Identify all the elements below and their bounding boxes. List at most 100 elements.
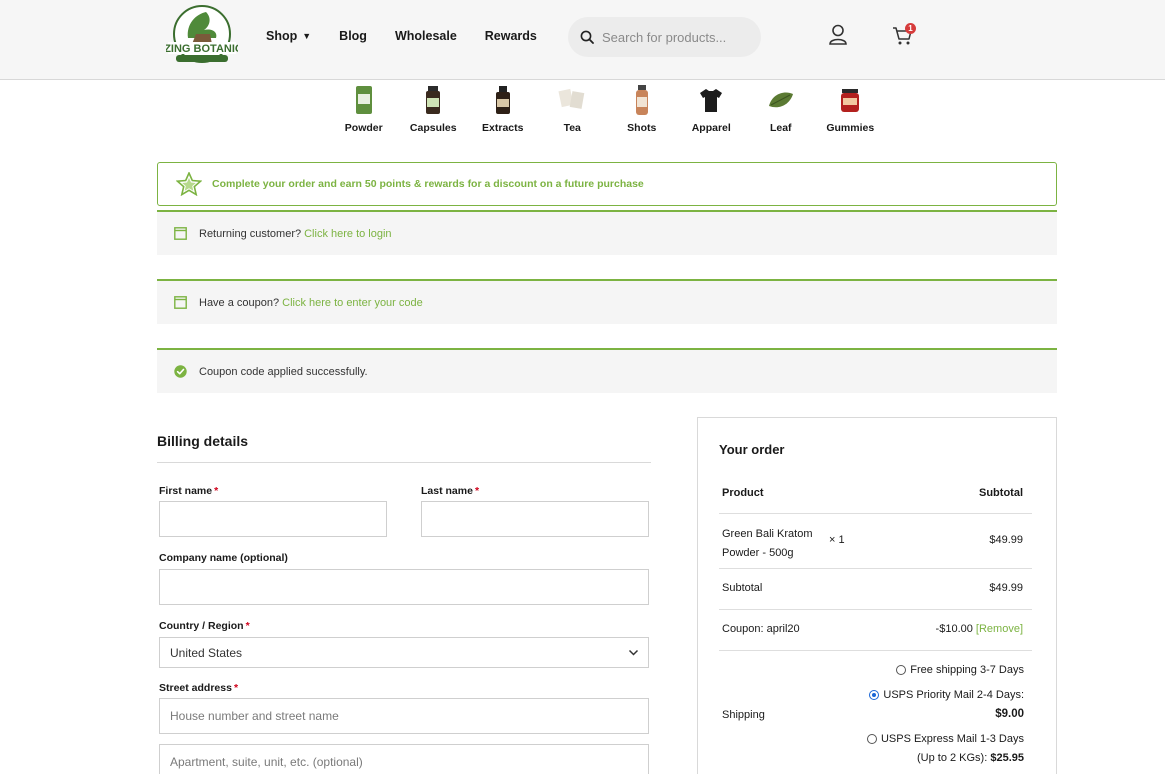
last-name-label: Last name * — [421, 485, 479, 497]
order-title: Your order — [719, 442, 785, 457]
category-tea[interactable]: Tea — [538, 84, 608, 134]
enter-coupon-link[interactable]: Click here to enter your code — [282, 297, 423, 309]
chevron-down-icon — [628, 649, 639, 656]
apartment-field[interactable] — [159, 744, 649, 774]
label-text: First name — [159, 485, 213, 497]
category-extracts[interactable]: Extracts — [468, 84, 538, 134]
divider — [719, 609, 1032, 610]
leaf-icon — [768, 92, 793, 108]
nav-blog[interactable]: Blog — [339, 29, 367, 43]
main-nav: Shop ▼ Blog Wholesale Rewards — [266, 29, 565, 43]
tshirt-icon — [700, 89, 723, 112]
category-label: Shots — [627, 122, 657, 134]
first-name-label: First name * — [159, 485, 218, 497]
shipping-option-label: Free shipping 3-7 Days — [910, 664, 1024, 676]
category-gummies[interactable]: Gummies — [816, 84, 886, 134]
powder-bag-icon — [355, 86, 372, 114]
coupon-success-text: Coupon code applied successfully. — [199, 365, 368, 378]
shipping-option-label: USPS Express Mail 1-3 Days — [880, 733, 1024, 745]
product-column-header: Product — [722, 487, 764, 499]
category-capsules[interactable]: Capsules — [399, 84, 469, 134]
category-apparel[interactable]: Apparel — [677, 84, 747, 134]
category-shots[interactable]: Shots — [607, 84, 677, 134]
shipping-note: (Up to 2 KGs): — [916, 752, 988, 764]
coupon-text: Have a coupon? — [199, 296, 280, 309]
rewards-notice: Complete your order and earn 50 points &… — [157, 162, 1057, 206]
label-text: Country / Region — [159, 620, 244, 632]
search-bar — [568, 17, 761, 57]
svg-text:AMAZING BOTANICALS: AMAZING BOTANICALS — [166, 43, 238, 55]
search-input[interactable] — [602, 29, 752, 45]
nav-wholesale-label: Wholesale — [394, 29, 457, 43]
shipping-option-express[interactable]: USPS Express Mail 1-3 Days — [823, 733, 1024, 745]
label-text: Street address — [159, 682, 232, 694]
returning-customer-text: Returning customer? — [199, 227, 302, 240]
coupon-notice: Have a coupon? Click here to enter your … — [157, 279, 1057, 324]
divider — [157, 462, 651, 463]
remove-coupon-link[interactable]: [Remove] — [976, 623, 1023, 635]
company-label: Company name (optional) — [159, 552, 288, 564]
first-name-field[interactable] — [159, 501, 387, 537]
label-text: Last name — [421, 485, 473, 497]
radio-button[interactable] — [866, 734, 877, 744]
divider — [719, 568, 1032, 569]
tea-bag-icon — [558, 88, 585, 109]
amazing-botanicals-logo[interactable]: AMAZING BOTANICALS — [166, 4, 238, 74]
shot-bottle-icon — [635, 85, 648, 115]
extract-bottle-icon — [495, 86, 510, 114]
account-icon[interactable] — [828, 24, 848, 46]
category-label: Apparel — [691, 122, 731, 134]
item-name-line: Powder - 500g — [722, 547, 794, 559]
coupon-success-notice: Coupon code applied successfully. — [157, 348, 1057, 393]
nav-wholesale[interactable]: Wholesale — [395, 29, 457, 43]
radio-button-selected[interactable] — [869, 690, 880, 700]
divider — [719, 513, 1032, 514]
country-value: United States — [170, 645, 243, 660]
shipping-option-free[interactable]: Free shipping 3-7 Days — [823, 664, 1024, 676]
star-icon — [176, 172, 202, 196]
nav-rewards-label: Rewards — [484, 29, 537, 43]
category-bar: Powder Capsules Extracts Tea Shots Appar… — [329, 84, 885, 134]
required-mark: * — [245, 620, 250, 632]
item-name-line: Green Bali Kratom — [722, 528, 813, 540]
divider — [719, 650, 1032, 651]
check-circle-icon — [174, 365, 187, 378]
shipping-option-priority[interactable]: USPS Priority Mail 2-4 Days: — [823, 689, 1024, 701]
category-label: Gummies — [826, 122, 875, 134]
company-field[interactable] — [159, 569, 649, 605]
window-icon — [174, 227, 187, 240]
category-powder[interactable]: Powder — [329, 84, 399, 134]
category-label: Capsules — [409, 122, 457, 134]
coupon-label: Coupon: april20 — [722, 623, 800, 635]
subtotal-column-header: Subtotal — [979, 487, 1023, 499]
street-address-field[interactable] — [159, 698, 649, 734]
cart-count-badge: 1 — [905, 23, 916, 34]
country-select[interactable]: United States — [159, 637, 649, 668]
nav-rewards[interactable]: Rewards — [485, 29, 537, 43]
returning-customer-notice: Returning customer? Click here to login — [157, 210, 1057, 255]
label-text: Company name (optional) — [159, 552, 288, 564]
required-mark: * — [474, 485, 480, 497]
shipping-option-label: USPS Priority Mail 2-4 Days: — [883, 689, 1024, 701]
nav-shop[interactable]: Shop ▼ — [266, 29, 311, 43]
coupon-discount: -$10.00 [Remove] — [872, 623, 1023, 635]
capsules-bottle-icon — [426, 86, 441, 114]
nav-blog-label: Blog — [339, 29, 367, 43]
radio-button[interactable] — [896, 665, 907, 675]
order-item-name: Green Bali Kratom Powder - 500g — [722, 525, 812, 563]
shipping-express-note: (Up to 2 KGs): $25.95 — [823, 752, 1024, 764]
last-name-field[interactable] — [421, 501, 649, 537]
category-label: Extracts — [482, 122, 524, 134]
caret-down-icon: ▼ — [302, 31, 312, 41]
login-link[interactable]: Click here to login — [304, 228, 391, 240]
search-icon[interactable] — [580, 30, 594, 44]
coupon-value: -$10.00 — [935, 623, 973, 635]
subtotal-label: Subtotal — [722, 582, 763, 594]
window-icon — [174, 296, 187, 309]
nav-shop-label: Shop — [266, 29, 298, 43]
category-leaf[interactable]: Leaf — [746, 84, 816, 134]
gummies-jar-icon — [841, 89, 860, 112]
rewards-text: Complete your order and earn 50 points &… — [212, 178, 644, 190]
shipping-priority-price: $9.00 — [995, 708, 1024, 720]
required-mark: * — [214, 485, 219, 497]
